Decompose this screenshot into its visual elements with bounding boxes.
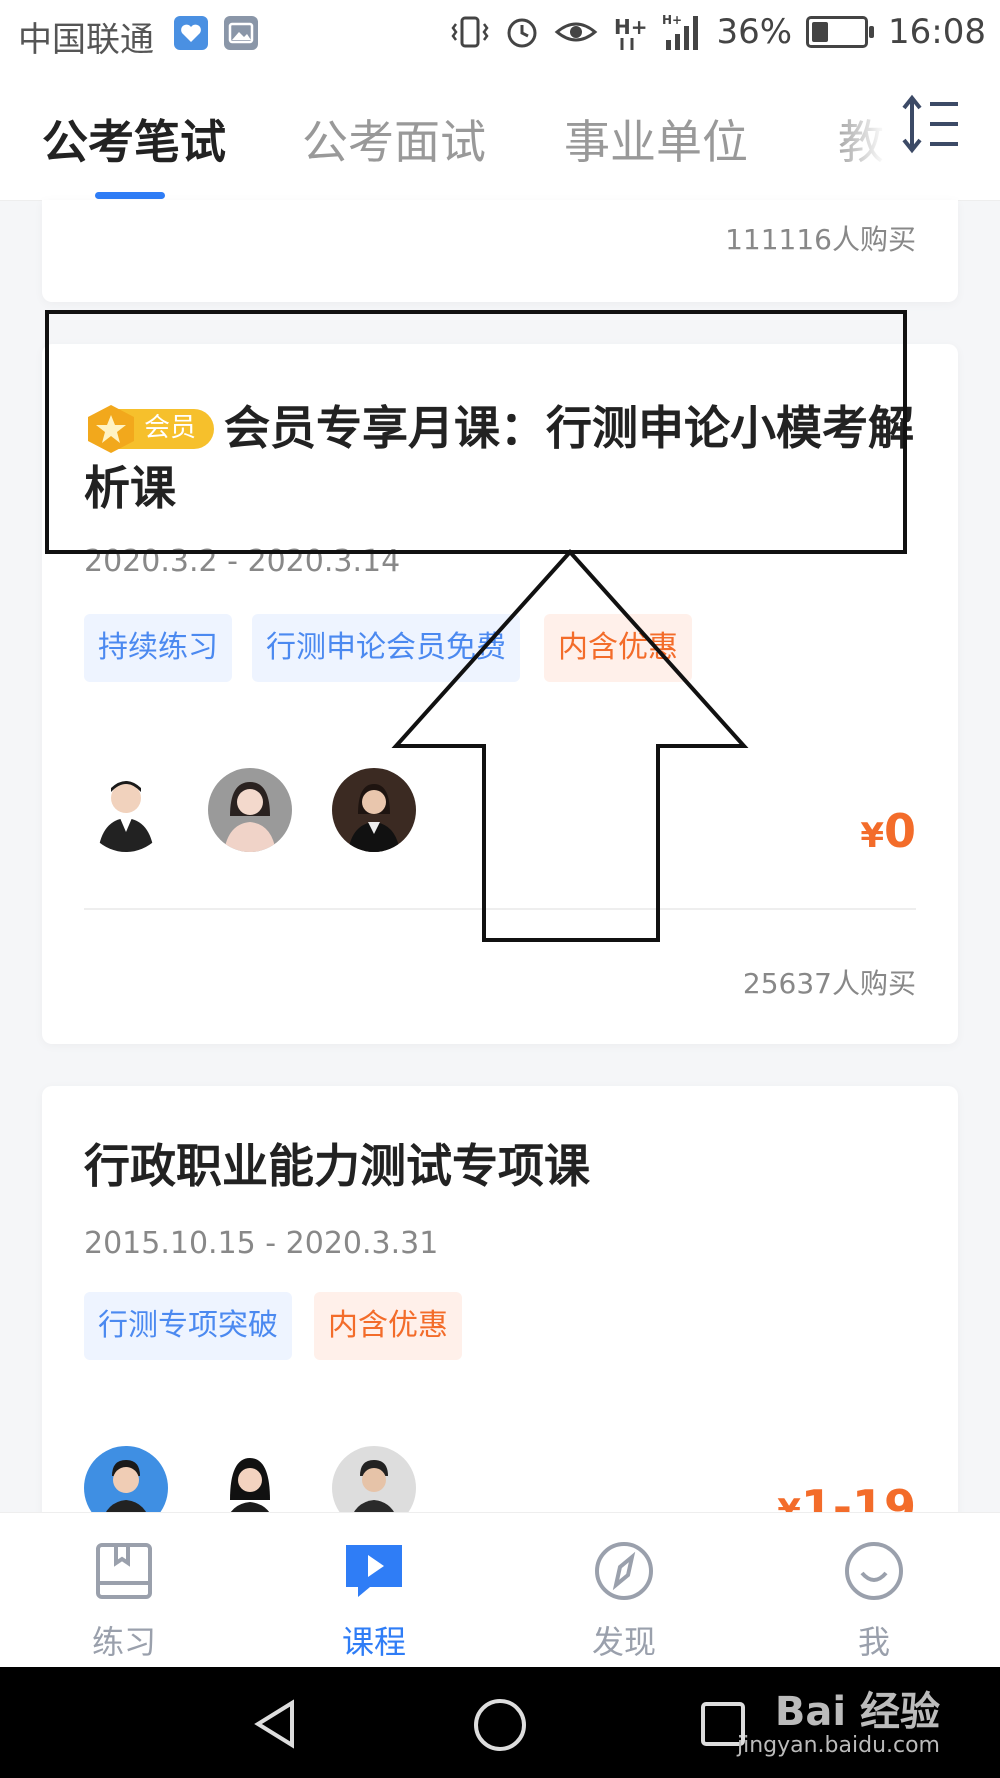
eye-icon — [555, 22, 598, 42]
home-button[interactable] — [472, 1697, 528, 1753]
nav-discover[interactable]: 发现 — [564, 1539, 684, 1663]
course-card[interactable]: 会员 会员专享月课：行测申论小模考解析课 2020.3.2 - 2020.3.1… — [42, 344, 958, 1044]
tag-chixu-lianxi: 持续练习 — [84, 614, 232, 682]
course-date: 2020.3.2 - 2020.3.14 — [84, 544, 401, 579]
carrier-name: 中国联通 — [18, 20, 154, 60]
divider — [84, 908, 916, 910]
book-icon — [96, 1543, 152, 1599]
tag-xingce-zhuanxiang: 行测专项突破 — [84, 1292, 292, 1360]
gallery-icon — [224, 16, 258, 50]
nav-me[interactable]: 我 — [814, 1539, 934, 1663]
svg-text:H+: H+ — [662, 13, 682, 27]
tag-huiyuan-mianfei: 行测申论会员免费 — [252, 614, 520, 682]
compass-icon — [595, 1542, 653, 1600]
watermark-brand: Bai 经验 — [774, 1689, 940, 1735]
alarm-icon — [507, 18, 537, 48]
back-button[interactable] — [250, 1699, 300, 1749]
tag-nei-han-youhui: 内含优惠 — [544, 614, 692, 682]
status-bar: 中国联通 H+ H+ 36% 16:08 — [0, 0, 1000, 66]
nav-courses[interactable]: 课程 — [314, 1539, 434, 1663]
tab-gongkao-mianshi[interactable]: 公考面试 — [302, 106, 486, 172]
star-icon — [88, 404, 134, 453]
profile-icon — [845, 1542, 903, 1600]
svg-text:H+: H+ — [614, 15, 648, 39]
nav-practice[interactable]: 练习 — [64, 1539, 184, 1663]
course-card[interactable]: 行政职业能力测试专项课 2015.10.15 - 2020.3.31 行测专项突… — [42, 1086, 958, 1534]
course-title: 行政职业能力测试专项课 — [84, 1139, 590, 1193]
system-navigation-bar: Bai 经验 jingyan.baidu.com — [0, 1667, 1000, 1778]
battery-icon — [806, 16, 875, 48]
vibrate-icon — [451, 16, 489, 48]
teacher-avatar[interactable] — [332, 768, 416, 852]
battery-percent: 36% — [716, 12, 793, 52]
course-title: 会员 会员专享月课：行测申论小模考解析课 — [84, 401, 914, 515]
course-price: ¥0 — [860, 804, 916, 858]
tag-nei-han-youhui: 内含优惠 — [314, 1292, 462, 1360]
bottom-navigation: 练习 课程 发现 我 — [0, 1512, 1000, 1668]
signal-bars-icon: H+ — [662, 13, 699, 50]
buyers-count: 25637人购买 — [742, 967, 916, 1000]
watermark-url: jingyan.baidu.com — [736, 1733, 940, 1758]
play-icon — [346, 1545, 402, 1597]
tab-gongkao-bishi[interactable]: 公考笔试 — [42, 106, 226, 172]
teacher-avatar[interactable] — [84, 768, 168, 852]
active-tab-indicator — [95, 192, 165, 199]
course-date: 2015.10.15 - 2020.3.31 — [84, 1226, 439, 1261]
category-tabs: 公考笔试 公考面试 事业单位 教 — [0, 66, 1000, 201]
vip-badge: 会员 — [84, 403, 214, 453]
course-card[interactable]: 111116人购买 — [42, 200, 958, 302]
buyers-count: 111116人购买 — [725, 223, 916, 256]
health-app-icon — [174, 16, 208, 50]
sort-tabs-icon[interactable] — [900, 94, 962, 154]
teacher-avatar[interactable] — [208, 768, 292, 852]
clock: 16:08 — [888, 12, 986, 52]
signal-h-plus-icon: H+ — [614, 15, 648, 50]
tab-shiye-danwei[interactable]: 事业单位 — [564, 106, 748, 172]
tab-fade — [830, 86, 910, 196]
